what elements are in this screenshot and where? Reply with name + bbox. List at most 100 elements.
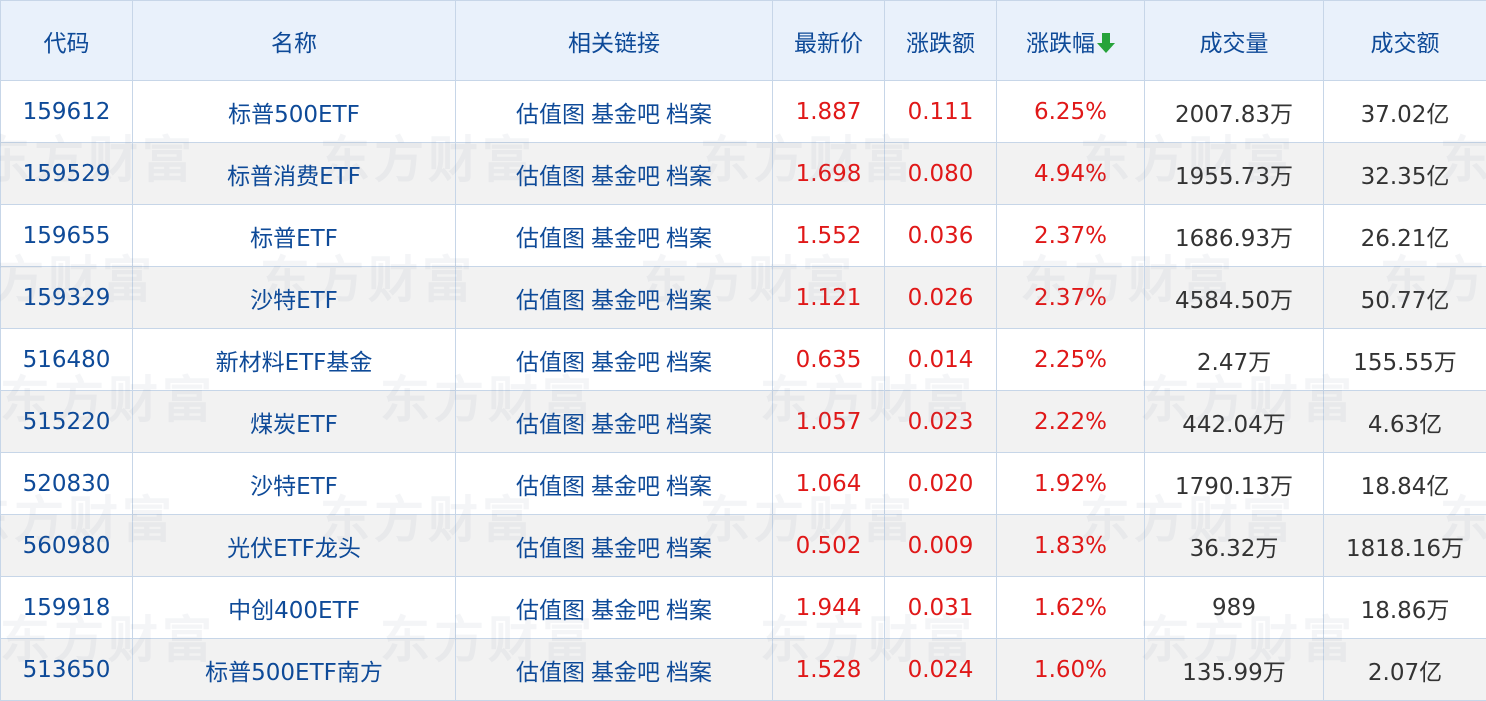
- valuation-chart-link[interactable]: 估值图: [516, 412, 585, 438]
- valuation-chart-link[interactable]: 估值图: [516, 536, 585, 562]
- related-links: 估值图基金吧档案: [456, 515, 773, 577]
- fund-ranking-view: 代码 名称 相关链接 最新价 涨跌额 涨跌幅 成交量 成交额 159612标普5…: [0, 0, 1486, 700]
- change-percent: 1.83%: [997, 515, 1145, 577]
- trade-volume: 1686.93万: [1145, 205, 1324, 267]
- fund-archive-link[interactable]: 档案: [666, 598, 712, 624]
- latest-price: 1.698: [773, 143, 885, 205]
- fund-name-link[interactable]: 标普ETF: [133, 205, 456, 267]
- fund-code-link[interactable]: 159655: [1, 205, 133, 267]
- change-percent: 4.94%: [997, 143, 1145, 205]
- trade-amount: 155.55万: [1324, 329, 1486, 391]
- header-name[interactable]: 名称: [133, 1, 456, 81]
- change-percent: 1.62%: [997, 577, 1145, 639]
- fund-code-link[interactable]: 159529: [1, 143, 133, 205]
- fund-name-link[interactable]: 标普500ETF南方: [133, 639, 456, 701]
- trade-volume: 36.32万: [1145, 515, 1324, 577]
- fund-archive-link[interactable]: 档案: [666, 288, 712, 314]
- fund-forum-link[interactable]: 基金吧: [591, 164, 660, 190]
- fund-archive-link[interactable]: 档案: [666, 350, 712, 376]
- fund-archive-link[interactable]: 档案: [666, 536, 712, 562]
- valuation-chart-link[interactable]: 估值图: [516, 598, 585, 624]
- fund-forum-link[interactable]: 基金吧: [591, 474, 660, 500]
- etf-ranking-table: 代码 名称 相关链接 最新价 涨跌额 涨跌幅 成交量 成交额 159612标普5…: [0, 0, 1486, 701]
- fund-forum-link[interactable]: 基金吧: [591, 288, 660, 314]
- fund-code-link[interactable]: 513650: [1, 639, 133, 701]
- trade-volume: 135.99万: [1145, 639, 1324, 701]
- fund-code-link[interactable]: 159612: [1, 81, 133, 143]
- header-code[interactable]: 代码: [1, 1, 133, 81]
- fund-archive-link[interactable]: 档案: [666, 412, 712, 438]
- fund-archive-link[interactable]: 档案: [666, 226, 712, 252]
- trade-amount: 32.35亿: [1324, 143, 1486, 205]
- related-links: 估值图基金吧档案: [456, 81, 773, 143]
- fund-archive-link[interactable]: 档案: [666, 164, 712, 190]
- fund-archive-link[interactable]: 档案: [666, 474, 712, 500]
- latest-price: 1.944: [773, 577, 885, 639]
- latest-price: 1.552: [773, 205, 885, 267]
- table-row: 560980光伏ETF龙头估值图基金吧档案0.5020.0091.83%36.3…: [1, 515, 1486, 577]
- fund-name-link[interactable]: 中创400ETF: [133, 577, 456, 639]
- valuation-chart-link[interactable]: 估值图: [516, 288, 585, 314]
- change-percent: 2.22%: [997, 391, 1145, 453]
- trade-amount: 18.86万: [1324, 577, 1486, 639]
- table-row: 513650标普500ETF南方估值图基金吧档案1.5280.0241.60%1…: [1, 639, 1486, 701]
- fund-forum-link[interactable]: 基金吧: [591, 536, 660, 562]
- latest-price: 1.887: [773, 81, 885, 143]
- down-arrow-icon[interactable]: [1097, 33, 1115, 53]
- fund-forum-link[interactable]: 基金吧: [591, 226, 660, 252]
- table-row: 516480新材料ETF基金估值图基金吧档案0.6350.0142.25%2.4…: [1, 329, 1486, 391]
- valuation-chart-link[interactable]: 估值图: [516, 660, 585, 686]
- fund-forum-link[interactable]: 基金吧: [591, 412, 660, 438]
- header-volume[interactable]: 成交量: [1145, 1, 1324, 81]
- fund-code-link[interactable]: 159329: [1, 267, 133, 329]
- header-pct[interactable]: 涨跌幅: [997, 1, 1145, 81]
- valuation-chart-link[interactable]: 估值图: [516, 226, 585, 252]
- change-percent: 2.37%: [997, 205, 1145, 267]
- price-change: 0.036: [885, 205, 997, 267]
- table-row: 520830沙特ETF估值图基金吧档案1.0640.0201.92%1790.1…: [1, 453, 1486, 515]
- latest-price: 0.635: [773, 329, 885, 391]
- trade-amount: 18.84亿: [1324, 453, 1486, 515]
- fund-name-link[interactable]: 光伏ETF龙头: [133, 515, 456, 577]
- header-change[interactable]: 涨跌额: [885, 1, 997, 81]
- valuation-chart-link[interactable]: 估值图: [516, 102, 585, 128]
- fund-name-link[interactable]: 沙特ETF: [133, 453, 456, 515]
- fund-forum-link[interactable]: 基金吧: [591, 598, 660, 624]
- related-links: 估值图基金吧档案: [456, 391, 773, 453]
- valuation-chart-link[interactable]: 估值图: [516, 164, 585, 190]
- latest-price: 1.064: [773, 453, 885, 515]
- related-links: 估值图基金吧档案: [456, 639, 773, 701]
- fund-name-link[interactable]: 标普消费ETF: [133, 143, 456, 205]
- trade-amount: 4.63亿: [1324, 391, 1486, 453]
- valuation-chart-link[interactable]: 估值图: [516, 350, 585, 376]
- latest-price: 0.502: [773, 515, 885, 577]
- table-row: 159655标普ETF 估值图基金吧档案 1.5520.0362.37%1686.9…: [1, 205, 1486, 267]
- fund-forum-link[interactable]: 基金吧: [591, 102, 660, 128]
- header-pct-label: 涨跌幅: [1026, 31, 1095, 57]
- price-change: 0.080: [885, 143, 997, 205]
- fund-forum-link[interactable]: 基金吧: [591, 660, 660, 686]
- valuation-chart-link[interactable]: 估值图: [516, 474, 585, 500]
- trade-volume: 4584.50万: [1145, 267, 1324, 329]
- fund-name-link[interactable]: 新材料ETF基金: [133, 329, 456, 391]
- price-change: 0.031: [885, 577, 997, 639]
- fund-archive-link[interactable]: 档案: [666, 660, 712, 686]
- fund-code-link[interactable]: 520830: [1, 453, 133, 515]
- trade-volume: 1955.73万: [1145, 143, 1324, 205]
- fund-code-link[interactable]: 515220: [1, 391, 133, 453]
- header-price[interactable]: 最新价: [773, 1, 885, 81]
- fund-code-link[interactable]: 560980: [1, 515, 133, 577]
- fund-name-link[interactable]: 标普500ETF: [133, 81, 456, 143]
- fund-forum-link[interactable]: 基金吧: [591, 350, 660, 376]
- fund-archive-link[interactable]: 档案: [666, 102, 712, 128]
- table-row: 515220煤炭ETF估值图基金吧档案1.0570.0232.22%442.04…: [1, 391, 1486, 453]
- trade-volume: 2.47万: [1145, 329, 1324, 391]
- price-change: 0.111: [885, 81, 997, 143]
- fund-name-link[interactable]: 沙特ETF: [133, 267, 456, 329]
- fund-code-link[interactable]: 516480: [1, 329, 133, 391]
- trade-amount: 26.21亿: [1324, 205, 1486, 267]
- related-links: 估值图基金吧档案: [456, 453, 773, 515]
- header-amount[interactable]: 成交额: [1324, 1, 1486, 81]
- fund-name-link[interactable]: 煤炭ETF: [133, 391, 456, 453]
- fund-code-link[interactable]: 159918: [1, 577, 133, 639]
